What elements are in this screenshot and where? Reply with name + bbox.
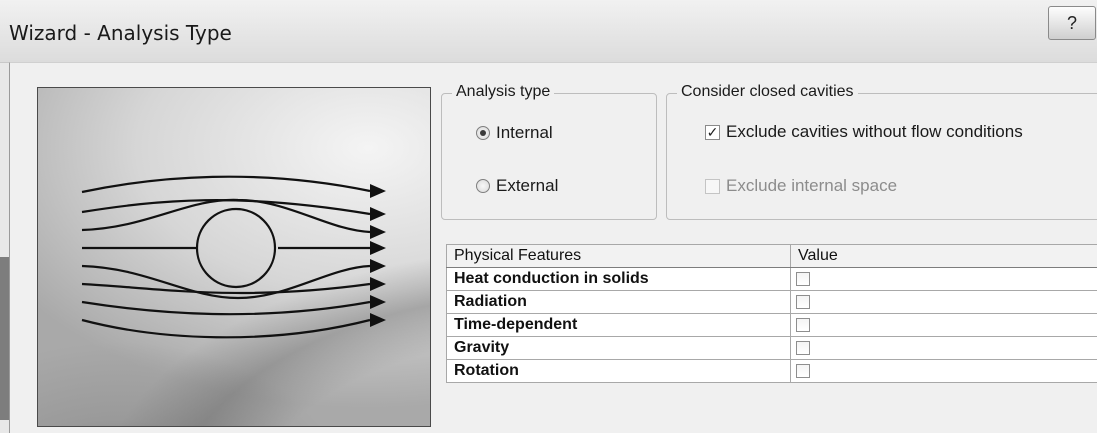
radio-selected-icon (476, 126, 490, 140)
table-row: Heat conduction in solids (447, 268, 1097, 291)
feature-name: Heat conduction in solids (447, 268, 791, 291)
table-row: Time-dependent (447, 314, 1097, 337)
column-header-value: Value (791, 245, 1097, 268)
exclude-cavities-checkbox[interactable]: ✓ Exclude cavities without flow conditio… (705, 122, 1023, 142)
help-button[interactable]: ? (1048, 6, 1096, 40)
window-title: Wizard - Analysis Type (9, 21, 232, 45)
feature-value-cell (791, 291, 1097, 314)
feature-name: Gravity (447, 337, 791, 360)
radio-internal-label: Internal (496, 123, 553, 143)
feature-checkbox[interactable] (796, 341, 810, 355)
feature-value-cell (791, 337, 1097, 360)
window-edge (0, 257, 9, 420)
table-row: Radiation (447, 291, 1097, 314)
column-header-features: Physical Features (447, 245, 791, 268)
radio-external[interactable]: External (476, 176, 558, 196)
feature-name: Rotation (447, 360, 791, 383)
feature-value-cell (791, 360, 1097, 383)
feature-name: Radiation (447, 291, 791, 314)
closed-cavities-legend: Consider closed cavities (677, 83, 858, 101)
exclude-internal-space-checkbox[interactable]: Exclude internal space (705, 176, 897, 196)
checkbox-empty-icon (705, 179, 720, 194)
feature-checkbox[interactable] (796, 272, 810, 286)
radio-unselected-icon (476, 179, 490, 193)
feature-checkbox[interactable] (796, 318, 810, 332)
analysis-type-legend: Analysis type (452, 83, 554, 101)
feature-name: Time-dependent (447, 314, 791, 337)
feature-checkbox[interactable] (796, 295, 810, 309)
table-row: Gravity (447, 337, 1097, 360)
flow-lines-icon (38, 88, 431, 427)
exclude-internal-space-label: Exclude internal space (726, 176, 897, 196)
table-row: Rotation (447, 360, 1097, 383)
radio-external-label: External (496, 176, 558, 196)
physical-features-table: Physical Features Value Heat conduction … (446, 244, 1097, 383)
table-header-row: Physical Features Value (447, 245, 1097, 268)
analysis-type-group: Analysis type Internal External (441, 93, 657, 220)
feature-checkbox[interactable] (796, 364, 810, 378)
feature-value-cell (791, 314, 1097, 337)
exclude-cavities-label: Exclude cavities without flow conditions (726, 122, 1023, 142)
closed-cavities-group: Consider closed cavities ✓ Exclude cavit… (666, 93, 1097, 220)
checkmark-icon: ✓ (705, 125, 720, 140)
analysis-illustration (37, 87, 431, 427)
help-icon: ? (1067, 13, 1077, 33)
title-bar: Wizard - Analysis Type ? (0, 0, 1097, 63)
radio-internal[interactable]: Internal (476, 123, 553, 143)
feature-value-cell (791, 268, 1097, 291)
